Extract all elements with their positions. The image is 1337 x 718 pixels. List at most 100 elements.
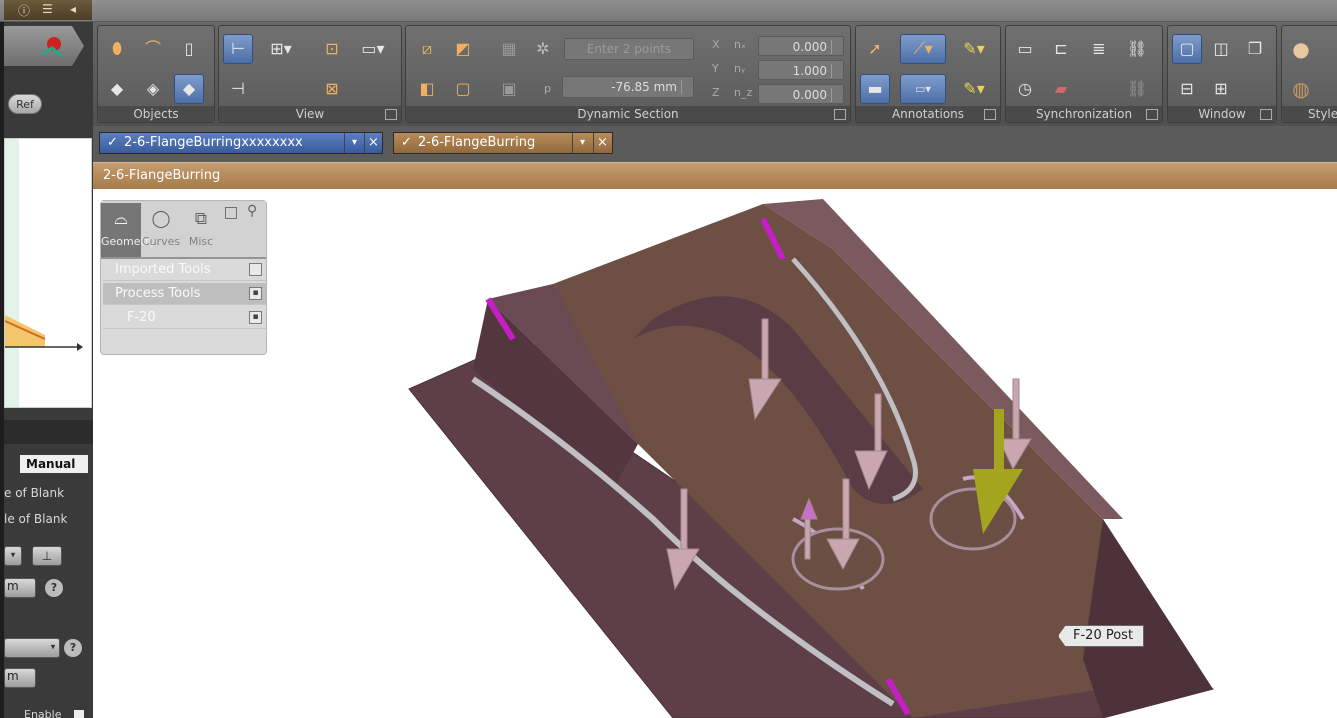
doc-tab-1-label: 2-6-FlangeBurringxxxxxxxx bbox=[124, 135, 303, 150]
tab-geometry-label: Geometry bbox=[101, 235, 156, 248]
grid-view-button[interactable]: ⊞▾ bbox=[261, 34, 301, 64]
unit-field-2[interactable]: m bbox=[4, 668, 36, 688]
object-button-4[interactable]: ◆ bbox=[102, 74, 132, 104]
sync-unlink-button[interactable]: ⛓ bbox=[1122, 74, 1152, 104]
visibility-checkbox[interactable]: ▪ bbox=[249, 287, 262, 300]
tab-curves[interactable]: ◯ Curves bbox=[141, 203, 181, 257]
camera-view-button[interactable]: ▭▾ bbox=[353, 34, 393, 64]
section-button-4[interactable]: ✲ bbox=[528, 34, 558, 64]
pan-view-button[interactable]: ⊣ bbox=[223, 74, 253, 104]
nz-spinner[interactable] bbox=[831, 88, 841, 102]
window-split-button[interactable]: ◫ bbox=[1206, 34, 1236, 64]
workflow-step-button[interactable] bbox=[4, 26, 84, 66]
nx-field[interactable]: 0.000 bbox=[758, 36, 844, 56]
tree-item-imported-tools[interactable]: Imported Tools bbox=[103, 259, 266, 281]
object-button-2[interactable]: ⌒ bbox=[138, 34, 168, 64]
document-tab-bar: ✓ 2-6-FlangeBurringxxxxxxxx ▾ × ✓ 2-6-Fl… bbox=[93, 126, 1337, 162]
nz-value: 0.000 bbox=[792, 88, 827, 102]
sync-tag-button[interactable]: ⊏ bbox=[1046, 34, 1076, 64]
annotation-note-button[interactable]: ▬ bbox=[860, 74, 890, 104]
nx-spinner[interactable] bbox=[831, 40, 841, 54]
section-button-1[interactable]: ⧄ bbox=[412, 34, 442, 64]
visibility-checkbox[interactable]: ▪ bbox=[249, 311, 262, 324]
chevron-down-icon[interactable]: ▾ bbox=[344, 133, 364, 153]
dynamic-section-expand-icon[interactable] bbox=[834, 109, 846, 120]
doc-tab-2[interactable]: ✓ 2-6-FlangeBurring ▾ × bbox=[393, 132, 613, 154]
diamond-icon: ◆ bbox=[110, 79, 124, 98]
left-select[interactable]: ▾ bbox=[4, 638, 60, 658]
chevron-down-icon[interactable]: ▾ bbox=[572, 133, 592, 153]
visibility-checkbox[interactable] bbox=[249, 263, 262, 276]
enable-checkbox[interactable] bbox=[74, 710, 84, 718]
help-icon[interactable]: ? bbox=[45, 579, 63, 597]
object-button-3[interactable]: ▯ bbox=[174, 34, 204, 64]
p-spinner[interactable] bbox=[681, 80, 691, 94]
close-icon[interactable]: × bbox=[593, 133, 611, 153]
window-single-button[interactable]: ▢ bbox=[1172, 34, 1202, 64]
nz-field[interactable]: 0.000 bbox=[758, 84, 844, 104]
p-value-field[interactable]: -76.85 mm bbox=[562, 76, 694, 98]
annotation-value-button[interactable]: ▭▾ bbox=[900, 74, 946, 104]
synchronization-expand-icon[interactable] bbox=[1146, 109, 1158, 120]
x-axis-label[interactable]: X bbox=[712, 38, 720, 51]
back-icon[interactable]: ◂ bbox=[70, 2, 76, 16]
left-dropdown[interactable]: ▾ bbox=[4, 546, 22, 566]
unit-field-1[interactable]: m bbox=[4, 578, 36, 598]
manual-mode-field[interactable]: Manual bbox=[20, 455, 88, 473]
object-button-1[interactable]: ⬮ bbox=[102, 34, 132, 64]
check-icon: ✓ bbox=[401, 135, 412, 150]
sync-clock-button[interactable]: ◷ bbox=[1010, 74, 1040, 104]
part-model[interactable] bbox=[93, 189, 1337, 718]
window-quad-button[interactable]: ⊞ bbox=[1206, 74, 1236, 104]
window-expand-icon[interactable] bbox=[1260, 109, 1272, 120]
object-button-6[interactable]: ◆ bbox=[174, 74, 204, 104]
tab-geometry[interactable]: ⌓ Geometry bbox=[101, 203, 156, 257]
zoom-fit-button[interactable]: ⊠ bbox=[317, 74, 347, 104]
sync-link-button[interactable]: ⛓ bbox=[1122, 34, 1152, 64]
annotation-probe-button[interactable]: ✎▾ bbox=[954, 74, 994, 104]
annotation-pin-button[interactable]: ✎▾ bbox=[954, 34, 994, 64]
camera-icon: ▭ bbox=[1017, 39, 1033, 58]
doc-tab-1[interactable]: ✓ 2-6-FlangeBurringxxxxxxxx ▾ × bbox=[99, 132, 383, 154]
annotations-expand-icon[interactable] bbox=[984, 109, 996, 120]
sync-flag-button[interactable]: ▰ bbox=[1046, 74, 1076, 104]
ny-spinner[interactable] bbox=[831, 64, 841, 78]
y-axis-label[interactable]: Y bbox=[712, 62, 719, 75]
info-icon[interactable]: ⓘ bbox=[18, 2, 30, 19]
sync-camera-button[interactable]: ▭ bbox=[1010, 34, 1040, 64]
section-button-7[interactable]: ▣ bbox=[494, 74, 524, 104]
unit-label-1: m bbox=[7, 579, 19, 593]
section-button-5[interactable]: ◧ bbox=[412, 74, 442, 104]
z-axis-label[interactable]: Z bbox=[712, 86, 720, 99]
section-button-2[interactable]: ◩ bbox=[448, 34, 478, 64]
fit-view-button[interactable]: ⊡ bbox=[317, 34, 347, 64]
style-globe-button[interactable]: ◍ bbox=[1286, 74, 1316, 104]
panel-collapse-icon[interactable] bbox=[225, 207, 237, 219]
f20-post-callout[interactable]: F-20 Post bbox=[1058, 625, 1145, 647]
help-icon-2[interactable]: ? bbox=[64, 639, 82, 657]
annotation-measure-button[interactable]: ⟋▾ bbox=[900, 34, 946, 64]
tree-item-process-tools[interactable]: Process Tools ▪ bbox=[103, 283, 266, 305]
tab-curves-label: Curves bbox=[141, 235, 181, 248]
enter-points-field[interactable]: Enter 2 points bbox=[564, 38, 694, 60]
section-button-3[interactable]: ▦ bbox=[494, 34, 524, 64]
axis-button[interactable]: ⊥ bbox=[32, 546, 62, 566]
sync-list-button[interactable]: ≣ bbox=[1084, 34, 1114, 64]
tab-misc[interactable]: ⧉ Misc bbox=[181, 203, 221, 257]
ny-field[interactable]: 1.000 bbox=[758, 60, 844, 80]
section-button-6[interactable]: ▢ bbox=[448, 74, 478, 104]
style-sphere-button[interactable]: ● bbox=[1286, 34, 1316, 64]
view-expand-icon[interactable] bbox=[385, 109, 397, 120]
tree-item-f20[interactable]: F-20 ▪ bbox=[103, 307, 266, 329]
window-cascade-button[interactable]: ❐ bbox=[1240, 34, 1270, 64]
list-icon[interactable]: ☰ bbox=[42, 2, 53, 16]
object-button-5[interactable]: ◈ bbox=[138, 74, 168, 104]
window-horizontal-button[interactable]: ⊟ bbox=[1172, 74, 1202, 104]
ref-button[interactable]: Ref bbox=[8, 94, 42, 114]
pin-icon[interactable]: ⚲ bbox=[247, 203, 257, 219]
3d-viewport[interactable] bbox=[93, 189, 1337, 718]
close-icon[interactable]: × bbox=[364, 133, 382, 153]
cylinder-icon: ⬮ bbox=[111, 39, 123, 58]
axis-view-button[interactable]: ⊢ bbox=[223, 34, 253, 64]
annotation-pointer-button[interactable]: ➚ bbox=[860, 34, 890, 64]
